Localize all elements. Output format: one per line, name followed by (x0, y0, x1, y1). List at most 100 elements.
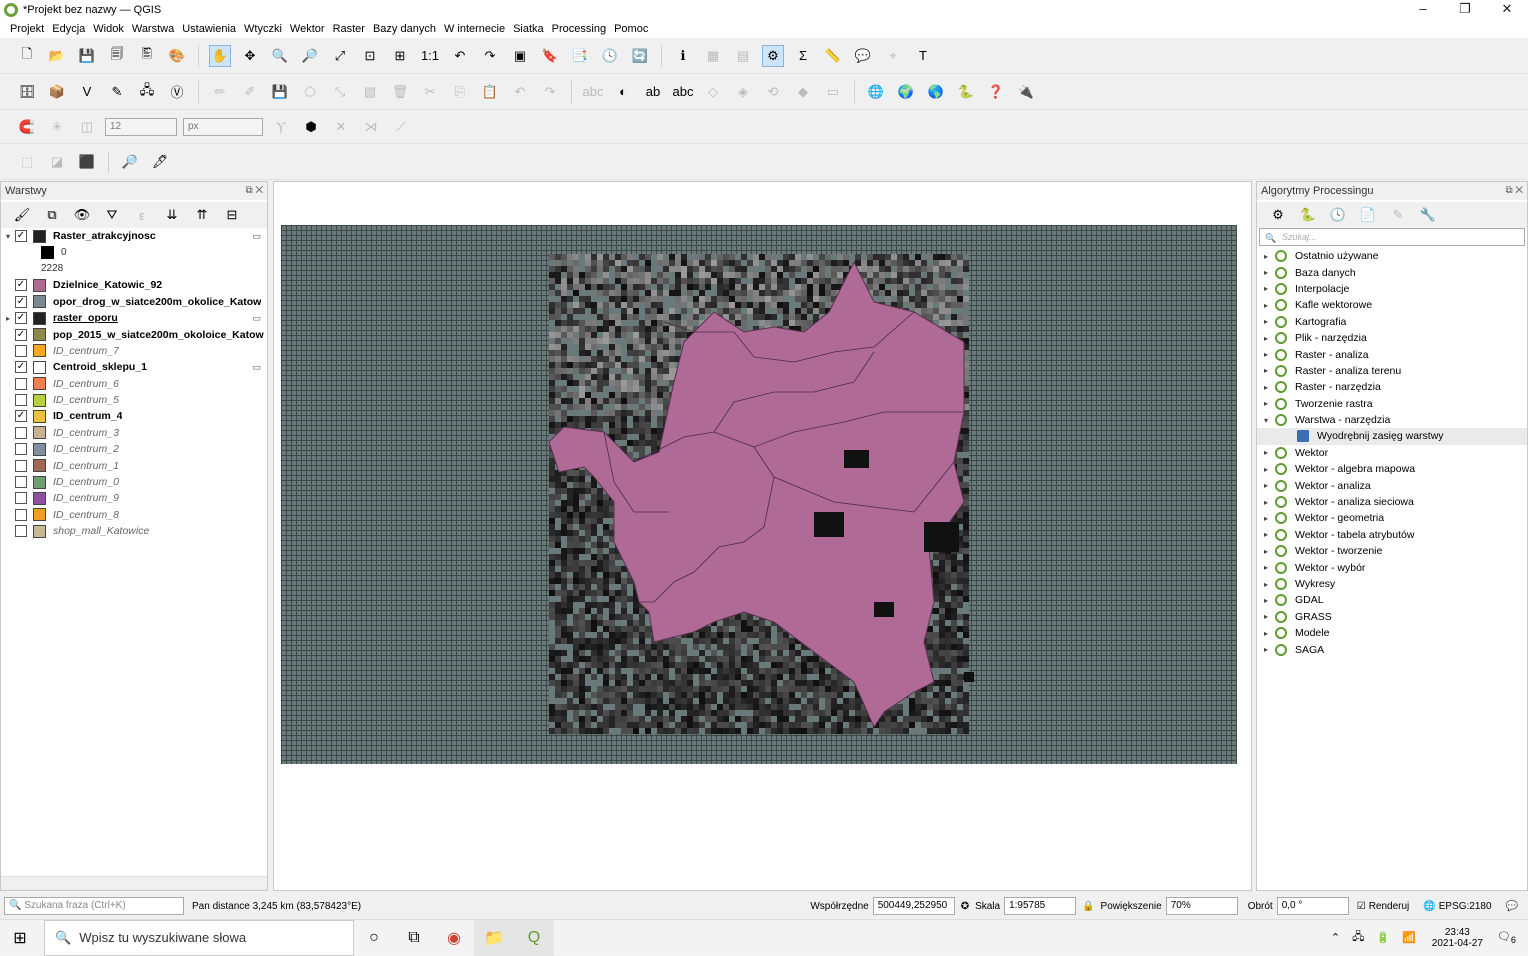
pan-to-selection-icon[interactable]: ✥ (239, 45, 261, 67)
menu-widok[interactable]: Widok (93, 23, 124, 35)
style-manager-icon[interactable]: 🎨 (166, 45, 188, 67)
layer-visibility-checkbox[interactable] (15, 394, 27, 406)
zoom-native-icon[interactable]: 1:1 (419, 45, 441, 67)
zoom-full-icon[interactable]: ⤢ (329, 45, 351, 67)
expand-arrow-icon[interactable]: ▾ (1, 232, 15, 241)
snapping-tolerance-input[interactable]: 12 (105, 118, 177, 136)
menu-wtyczki[interactable]: Wtyczki (244, 23, 282, 35)
menu-wektor[interactable]: Wektor (290, 23, 325, 35)
add-group-icon[interactable]: ⧉ (41, 204, 63, 226)
label-highlight-icon[interactable]: ab (642, 81, 664, 103)
snapping-type-icon[interactable]: ◫ (76, 116, 98, 138)
menu-warstwa[interactable]: Warstwa (132, 23, 174, 35)
label-props-icon[interactable]: ▭ (822, 81, 844, 103)
layer-item[interactable]: ✓Dzielnice_Katowic_92 (1, 277, 267, 293)
zoom-in-icon[interactable]: 🔍 (269, 45, 291, 67)
manage-themes-icon[interactable]: 👁 (71, 204, 93, 226)
restore-button[interactable]: ❐ (1444, 0, 1486, 20)
map-tips-icon[interactable]: 💬 (852, 45, 874, 67)
layer-item[interactable]: ID_centrum_2 (1, 441, 267, 457)
layer-item[interactable]: ID_centrum_1 (1, 457, 267, 473)
close-button[interactable]: ✕ (1486, 0, 1528, 20)
layer-item[interactable]: ▸✓raster_oporu▭ (1, 310, 267, 326)
toggle-editing-icon[interactable]: ✏ (209, 81, 231, 103)
layer-visibility-checkbox[interactable]: ✓ (15, 296, 27, 308)
python-console-icon[interactable]: 🐍 (955, 81, 977, 103)
help-icon[interactable]: ❓ (985, 81, 1007, 103)
layer-labeling-icon[interactable]: ◐ (612, 81, 634, 103)
change-label-icon[interactable]: ◆ (792, 81, 814, 103)
new-bookmark-icon[interactable]: 🔖 (539, 45, 561, 67)
layer-visibility-checkbox[interactable]: ✓ (15, 410, 27, 422)
add-wfs-icon[interactable]: 🌐 (865, 81, 887, 103)
layout-manager-icon[interactable]: 🖺 (136, 45, 158, 67)
layer-visibility-checkbox[interactable] (15, 525, 27, 537)
vertex-tool-icon[interactable]: ⤡ (329, 81, 351, 103)
geocoding-icon[interactable]: 🖋 (149, 151, 171, 173)
redo-icon[interactable]: ↷ (539, 81, 561, 103)
layer-visibility-checkbox[interactable] (15, 509, 27, 521)
undo-icon[interactable]: ↶ (509, 81, 531, 103)
new-geopackage-icon[interactable]: 📦 (46, 81, 68, 103)
new-print-layout-icon[interactable]: 🗐 (106, 45, 128, 67)
map-canvas[interactable] (273, 181, 1252, 891)
layer-item[interactable]: ID_centrum_5 (1, 392, 267, 408)
show-bookmarks-icon[interactable]: 📑 (569, 45, 591, 67)
dock-close-icon[interactable]: ⧉ ✕ (245, 182, 263, 200)
layer-visibility-checkbox[interactable] (15, 378, 27, 390)
edit-pencil-icon[interactable]: ✐ (239, 81, 261, 103)
data-source-manager-icon[interactable]: 🗄 (16, 81, 38, 103)
add-wcs-icon[interactable]: 🌍 (895, 81, 917, 103)
add-feature-icon[interactable]: ⬠ (299, 81, 321, 103)
menu-projekt[interactable]: Projekt (10, 23, 44, 35)
layer-visibility-checkbox[interactable] (15, 460, 27, 472)
layer-visibility-checkbox[interactable] (15, 427, 27, 439)
layer-item[interactable]: ID_centrum_8 (1, 507, 267, 523)
new-project-icon[interactable]: 🗋 (16, 45, 38, 67)
menu-processing[interactable]: Processing (552, 23, 606, 35)
open-layer-styling-icon[interactable]: 🖌 (11, 204, 33, 226)
topological-editing-icon[interactable]: Ⲩ (270, 116, 292, 138)
collapse-all-icon[interactable]: ⇈ (191, 204, 213, 226)
field-calculator-icon[interactable]: ▤ (732, 45, 754, 67)
select-features-icon[interactable]: ⌖ (882, 45, 904, 67)
zoom-layer-icon[interactable]: ⊞ (389, 45, 411, 67)
zoom-next-icon[interactable]: ↷ (479, 45, 501, 67)
new-map-view-icon[interactable]: ▣ (509, 45, 531, 67)
show-label-icon[interactable]: ◇ (702, 81, 724, 103)
menu-ustawienia[interactable]: Ustawienia (182, 23, 236, 35)
layer-item[interactable]: ✓pop_2015_w_siatce200m_okoloice_Katow (1, 326, 267, 342)
zoom-out-icon[interactable]: 🔎 (299, 45, 321, 67)
label-abc-icon[interactable]: abc (582, 81, 604, 103)
layer-visibility-checkbox[interactable]: ✓ (15, 230, 27, 242)
identify-features-icon[interactable]: ℹ (672, 45, 694, 67)
snapping-magnet-icon[interactable]: 🧲 (16, 116, 38, 138)
filter-expression-icon[interactable]: ε (131, 204, 153, 226)
layer-item[interactable]: ID_centrum_9 (1, 490, 267, 506)
add-vector-layer-icon[interactable]: V (76, 81, 98, 103)
zoom-selection-icon[interactable]: ⊡ (359, 45, 381, 67)
move-label-icon[interactable]: ◈ (732, 81, 754, 103)
add-raster-layer-icon[interactable]: ✎ (106, 81, 128, 103)
layer-item[interactable]: ID_centrum_7 (1, 343, 267, 359)
menu-edycja[interactable]: Edycja (52, 23, 85, 35)
rotate-label-icon[interactable]: ⟲ (762, 81, 784, 103)
save-edits-icon[interactable]: 💾 (269, 81, 291, 103)
layer-item[interactable]: ▾✓Raster_atrakcyjnosc▭ (1, 228, 267, 244)
statistical-summary-icon[interactable]: Σ (792, 45, 814, 67)
filter-legend-icon[interactable]: ⛛ (101, 204, 123, 226)
zoom-last-icon[interactable]: ↶ (449, 45, 471, 67)
processing-toolbox-icon[interactable]: ⚙ (762, 45, 784, 67)
layer-visibility-checkbox[interactable] (15, 345, 27, 357)
menu-siatka[interactable]: Siatka (513, 23, 544, 35)
add-virtual-layer-icon[interactable]: Ⓥ (166, 81, 188, 103)
layer-item[interactable]: ✓opor_drog_w_siatce200m_okolice_Katow (1, 294, 267, 310)
deselect-icon[interactable]: ⬛ (76, 151, 98, 173)
layer-visibility-checkbox[interactable]: ✓ (15, 329, 27, 341)
layer-item[interactable]: ✓ID_centrum_4 (1, 408, 267, 424)
layer-visibility-checkbox[interactable]: ✓ (15, 361, 27, 373)
layer-visibility-checkbox[interactable] (15, 443, 27, 455)
remove-layer-icon[interactable]: ⊟ (221, 204, 243, 226)
layer-item[interactable]: ID_centrum_3 (1, 425, 267, 441)
layer-indicator-icon[interactable]: ▭ (252, 231, 261, 242)
